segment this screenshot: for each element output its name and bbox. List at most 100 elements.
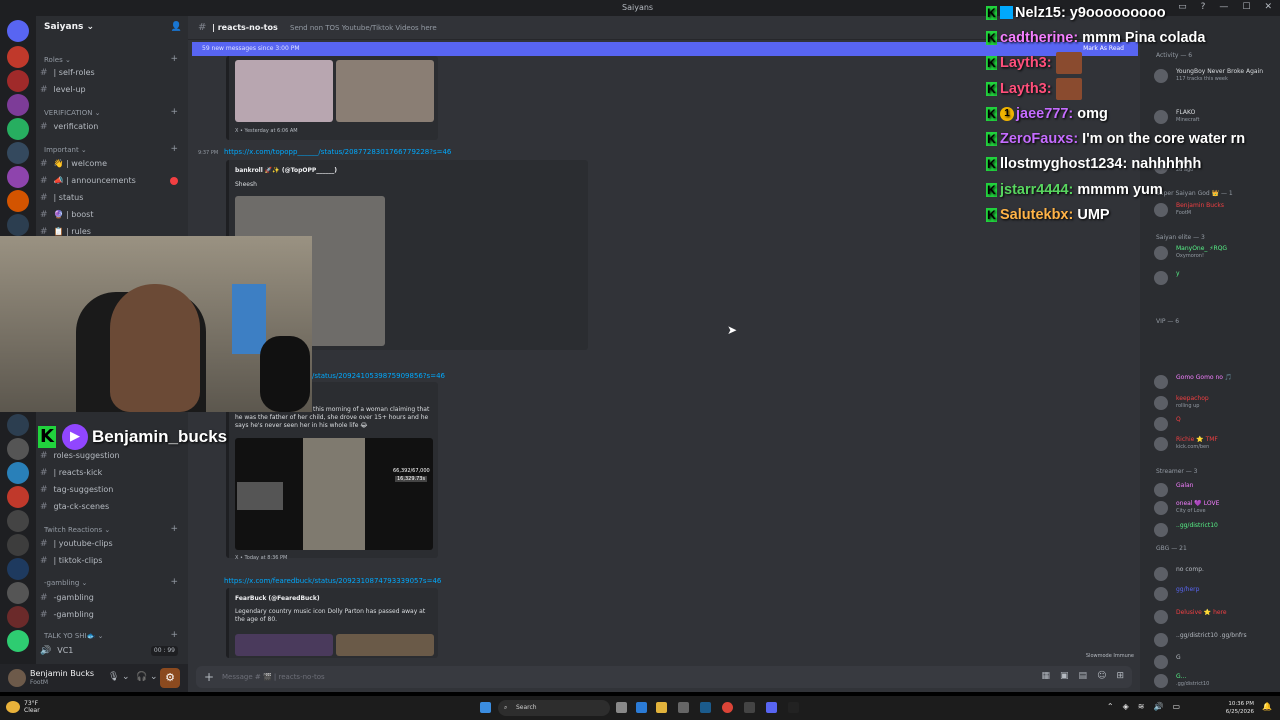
member-item[interactable]: keepachop rolling up (1154, 395, 1278, 411)
channel-category[interactable]: TALK YO SHI🐟 ⌄ (44, 632, 103, 640)
add-channel-icon[interactable]: + (170, 577, 178, 587)
channel-item[interactable]: 🔊 VC1 00 : 99 (40, 644, 184, 658)
member-item[interactable]: Q (1154, 416, 1278, 432)
server-icon[interactable] (7, 534, 29, 556)
server-name[interactable]: Saiyans ⌄ (44, 22, 94, 32)
add-channel-icon[interactable]: + (170, 54, 178, 64)
channel-category[interactable]: Roles ⌄ (44, 56, 71, 64)
home-icon[interactable] (7, 20, 29, 42)
taskbar-search[interactable]: ⌕ Search (498, 700, 610, 716)
channel-item[interactable]: # | reacts-kick (40, 466, 184, 480)
channel-item[interactable]: # 🔮 | boost (40, 208, 184, 222)
member-item[interactable]: Gomo Gomo no 🎵 (1154, 374, 1278, 390)
channel-item[interactable]: # tag-suggestion (40, 483, 184, 497)
embed-image[interactable] (336, 634, 434, 656)
channel-item[interactable]: # | status (40, 191, 184, 205)
plus-icon[interactable]: + (204, 670, 214, 684)
gear-icon[interactable]: ⚙ (160, 668, 180, 688)
chevron-up-icon[interactable]: ⌃ (1107, 702, 1114, 711)
sticker-icon[interactable]: ▤ (1079, 671, 1088, 681)
server-icon[interactable] (7, 70, 29, 92)
emoji-icon[interactable]: ☺ (1097, 671, 1106, 681)
windows-start-icon[interactable] (480, 702, 491, 713)
server-icon[interactable] (7, 606, 29, 628)
add-server-icon[interactable] (7, 630, 29, 652)
server-icon[interactable] (7, 214, 29, 236)
member-item[interactable]: ..gg/district10 .gg/bnfrs (1154, 632, 1278, 648)
weather-icon[interactable] (6, 701, 20, 713)
channel-item[interactable]: # gta-ck-scenes (40, 500, 184, 514)
weather-widget[interactable]: 73°F Clear (24, 700, 40, 714)
channel-item[interactable]: # -gambling (40, 608, 184, 622)
discord-icon[interactable] (766, 702, 777, 713)
member-item[interactable]: Galan (1154, 482, 1278, 498)
server-icon[interactable] (7, 190, 29, 212)
channel-item[interactable]: # | youtube-clips (40, 537, 184, 551)
channel-category[interactable]: Twitch Reactions ⌄ (44, 526, 110, 534)
gift-icon[interactable]: ▦ (1042, 671, 1051, 681)
member-item[interactable]: y (1154, 270, 1278, 286)
embed-video[interactable]: 66,392/67,000 16,329.73s (235, 438, 433, 550)
network-icon[interactable]: ◈ (1123, 702, 1129, 711)
server-icon[interactable] (7, 166, 29, 188)
embed-image[interactable] (235, 634, 333, 656)
add-channel-icon[interactable]: + (170, 630, 178, 640)
channel-item[interactable]: # | self-roles (40, 66, 184, 80)
channel-category[interactable]: VERIFICATION ⌄ (44, 109, 101, 117)
channel-item[interactable]: # level-up (40, 83, 184, 97)
settings-icon[interactable] (678, 702, 689, 713)
apps-icon[interactable]: ⊞ (1116, 671, 1124, 681)
app-icon[interactable] (788, 702, 799, 713)
server-icon[interactable] (7, 486, 29, 508)
chrome-icon[interactable] (722, 702, 733, 713)
task-view-icon[interactable] (616, 702, 627, 713)
chevron-down-icon[interactable]: ⌄ (150, 672, 158, 682)
member-item[interactable]: Richie ⭐ TMF kick.com/ben (1154, 436, 1278, 452)
steam-icon[interactable] (700, 702, 711, 713)
server-icon[interactable] (7, 438, 29, 460)
embed-author[interactable]: bankroll 🚀✨ (@TopOPP______) (235, 167, 337, 174)
channel-category[interactable]: Important ⌄ (44, 146, 87, 154)
server-icon[interactable] (7, 142, 29, 164)
server-icon[interactable] (7, 558, 29, 580)
server-icon[interactable] (7, 414, 29, 436)
member-item[interactable]: Delusive ⭐ here (1154, 609, 1278, 625)
message-link[interactable]: /status/2092410539875909856?s=46 (312, 372, 445, 380)
member-item[interactable]: gg/herp (1154, 586, 1278, 602)
system-tray[interactable]: ⌃ ◈ ≋ 🔊 ▭ (1107, 702, 1180, 711)
wifi-icon[interactable]: ≋ (1138, 702, 1145, 711)
server-icon[interactable] (7, 118, 29, 140)
channel-item[interactable]: # 📣 | announcements (40, 174, 184, 188)
channel-item[interactable]: # verification (40, 120, 184, 134)
taskbar-clock[interactable]: 10:36 PM 6/25/2026 (1226, 700, 1254, 716)
obs-icon[interactable] (744, 702, 755, 713)
server-icon[interactable] (7, 94, 29, 116)
server-icon[interactable] (7, 582, 29, 604)
file-explorer-icon[interactable] (656, 702, 667, 713)
notification-icon[interactable]: 🔔 (1262, 702, 1272, 711)
channel-topic[interactable]: Send non TOS Youtube/Tiktok Videos here (290, 24, 437, 32)
message-input[interactable] (222, 671, 722, 683)
add-member-icon[interactable]: 👤 (171, 22, 182, 32)
member-item[interactable]: G (1154, 654, 1278, 670)
member-item[interactable]: ManyOne_ ⚡RQG Oxymoron! (1154, 245, 1278, 261)
embed-author[interactable]: FearBuck (@FearedBuck) (235, 595, 320, 602)
member-item[interactable]: G... .gg/district10 (1154, 673, 1278, 689)
channel-item[interactable]: # -gambling (40, 591, 184, 605)
channel-item[interactable]: # | tiktok-clips (40, 554, 184, 568)
member-item[interactable]: oneal 💜 LOVE City of Love (1154, 500, 1278, 516)
server-icon[interactable] (7, 462, 29, 484)
volume-icon[interactable]: 🔊 (1153, 702, 1163, 711)
edge-icon[interactable] (636, 702, 647, 713)
mic-icon[interactable]: 🎙 (108, 672, 119, 682)
member-item[interactable]: no comp. (1154, 566, 1278, 582)
embed-image[interactable] (336, 60, 434, 122)
battery-icon[interactable]: ▭ (1172, 702, 1180, 711)
channel-category[interactable]: -gambling ⌄ (44, 579, 87, 587)
server-icon[interactable] (7, 46, 29, 68)
gif-icon[interactable]: ▣ (1060, 671, 1069, 681)
message-link[interactable]: https://x.com/topopp______/status/208772… (224, 148, 451, 156)
headphones-icon[interactable]: 🎧 (136, 672, 147, 682)
add-channel-icon[interactable]: + (170, 107, 178, 117)
embed-image[interactable] (235, 60, 333, 122)
